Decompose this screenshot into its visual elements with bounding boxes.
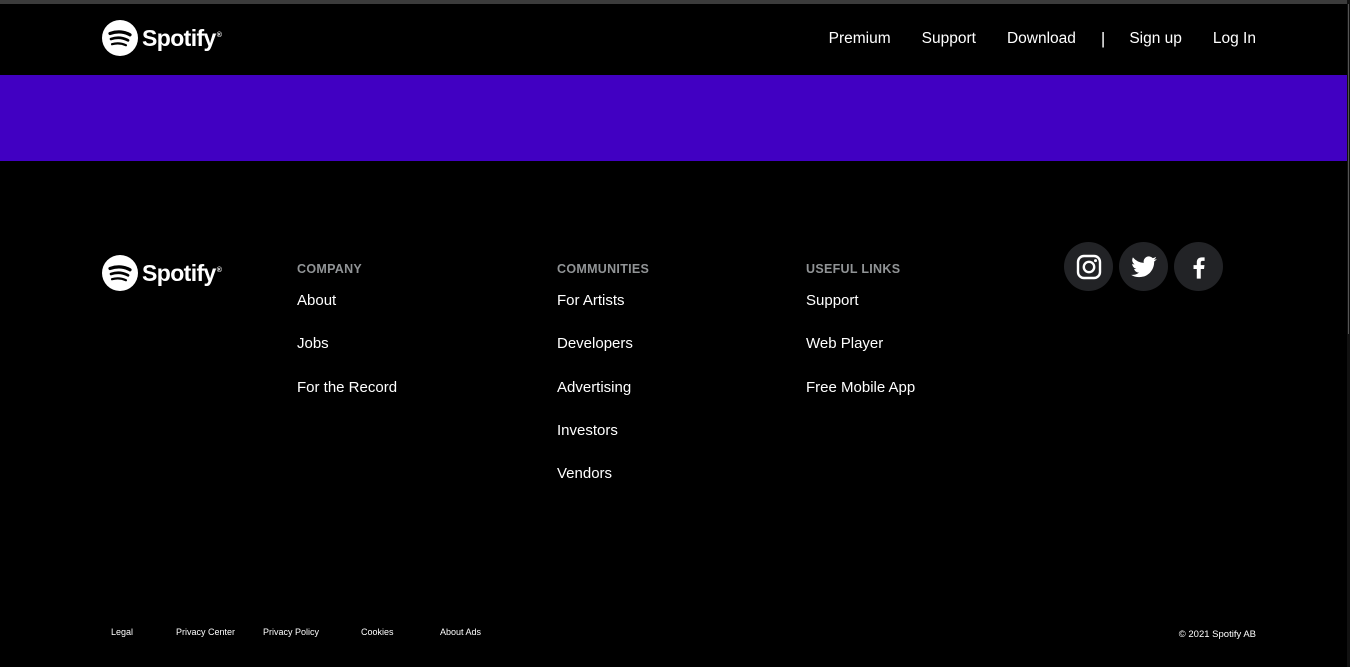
- footer-column-useful-links: USEFUL LINKS Support Web Player Free Mob…: [806, 262, 915, 412]
- spotify-icon: [102, 20, 138, 56]
- footer-link-developers[interactable]: Developers: [557, 325, 649, 368]
- twitter-icon: [1130, 255, 1157, 277]
- spotify-icon: [102, 255, 138, 291]
- logo-wordmark: Spotify®: [142, 24, 222, 51]
- scrollbar-thumb[interactable]: [1348, 4, 1349, 334]
- instagram-icon: [1076, 254, 1101, 279]
- footer-link-advertising[interactable]: Advertising: [557, 369, 649, 412]
- nav-divider: |: [1100, 29, 1106, 48]
- footer-column-company: COMPANY About Jobs For the Record: [297, 262, 397, 412]
- footer-link-investors[interactable]: Investors: [557, 412, 649, 455]
- footer-link-for-artists[interactable]: For Artists: [557, 282, 649, 325]
- footer-link-vendors[interactable]: Vendors: [557, 455, 649, 498]
- footer-column-communities: COMMUNITIES For Artists Developers Adver…: [557, 262, 649, 498]
- instagram-button[interactable]: [1064, 242, 1113, 291]
- nav-premium-link[interactable]: Premium: [829, 30, 891, 48]
- footer-link-free-mobile-app[interactable]: Free Mobile App: [806, 369, 915, 412]
- nav-support-link[interactable]: Support: [922, 30, 976, 48]
- nav-login-link[interactable]: Log In: [1213, 30, 1256, 48]
- copyright-text: © 2021 Spotify AB: [1178, 629, 1256, 640]
- facebook-icon: [1193, 256, 1205, 279]
- footer-link-web-player[interactable]: Web Player: [806, 325, 915, 368]
- hero-banner: [0, 75, 1347, 161]
- nav-menu: Premium Support Download | Sign up Log I…: [829, 29, 1256, 49]
- legal-link[interactable]: Legal: [111, 627, 133, 637]
- logo-wordmark: Spotify®: [142, 259, 222, 286]
- facebook-button[interactable]: [1174, 242, 1223, 291]
- top-navbar: Spotify® Premium Support Download | Sign…: [0, 4, 1350, 75]
- footer-link-support[interactable]: Support: [806, 282, 915, 325]
- column-heading: COMPANY: [297, 262, 363, 276]
- spotify-logo[interactable]: Spotify®: [102, 20, 222, 56]
- footer-link-about[interactable]: About: [297, 282, 397, 325]
- cookies-link[interactable]: Cookies: [361, 627, 394, 637]
- footer-spotify-logo[interactable]: Spotify®: [102, 255, 222, 291]
- privacy-center-link[interactable]: Privacy Center: [176, 627, 235, 637]
- social-links: [1064, 242, 1229, 291]
- column-heading: USEFUL LINKS: [806, 262, 901, 276]
- nav-signup-link[interactable]: Sign up: [1129, 30, 1182, 48]
- footer-link-for-the-record[interactable]: For the Record: [297, 369, 397, 412]
- nav-download-link[interactable]: Download: [1007, 30, 1076, 48]
- column-heading: COMMUNITIES: [557, 262, 650, 276]
- about-ads-link[interactable]: About Ads: [440, 627, 481, 637]
- privacy-policy-link[interactable]: Privacy Policy: [263, 627, 319, 637]
- footer-link-jobs[interactable]: Jobs: [297, 325, 397, 368]
- twitter-button[interactable]: [1119, 242, 1168, 291]
